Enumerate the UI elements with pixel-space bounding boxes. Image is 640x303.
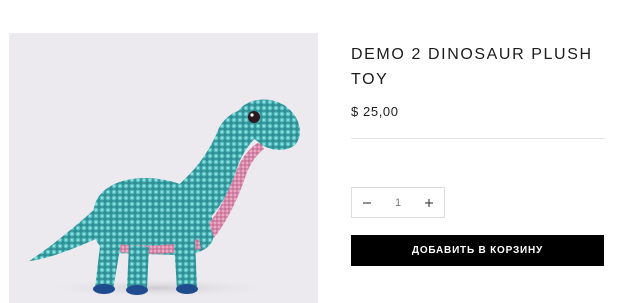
quantity-input[interactable]: [383, 188, 413, 217]
minus-icon-glyph: [363, 201, 371, 204]
minus-icon[interactable]: [352, 188, 382, 217]
product-title: DEMO 2 DINOSAUR PLUSH TOY: [351, 46, 593, 88]
divider: [351, 138, 605, 139]
product-price: $ 25,00: [351, 104, 399, 119]
plus-icon-glyph: [425, 198, 433, 207]
product-info: DEMO 2 DINOSAUR PLUSH TOY $ 25,00: [351, 42, 605, 119]
quantity-stepper: [351, 187, 445, 218]
plus-icon[interactable]: [414, 188, 444, 217]
dinosaur-plush-image: [29, 99, 300, 298]
product-image[interactable]: [9, 33, 318, 303]
add-to-cart-button[interactable]: ДОБАВИТЬ В КОРЗИНУ: [351, 235, 604, 266]
